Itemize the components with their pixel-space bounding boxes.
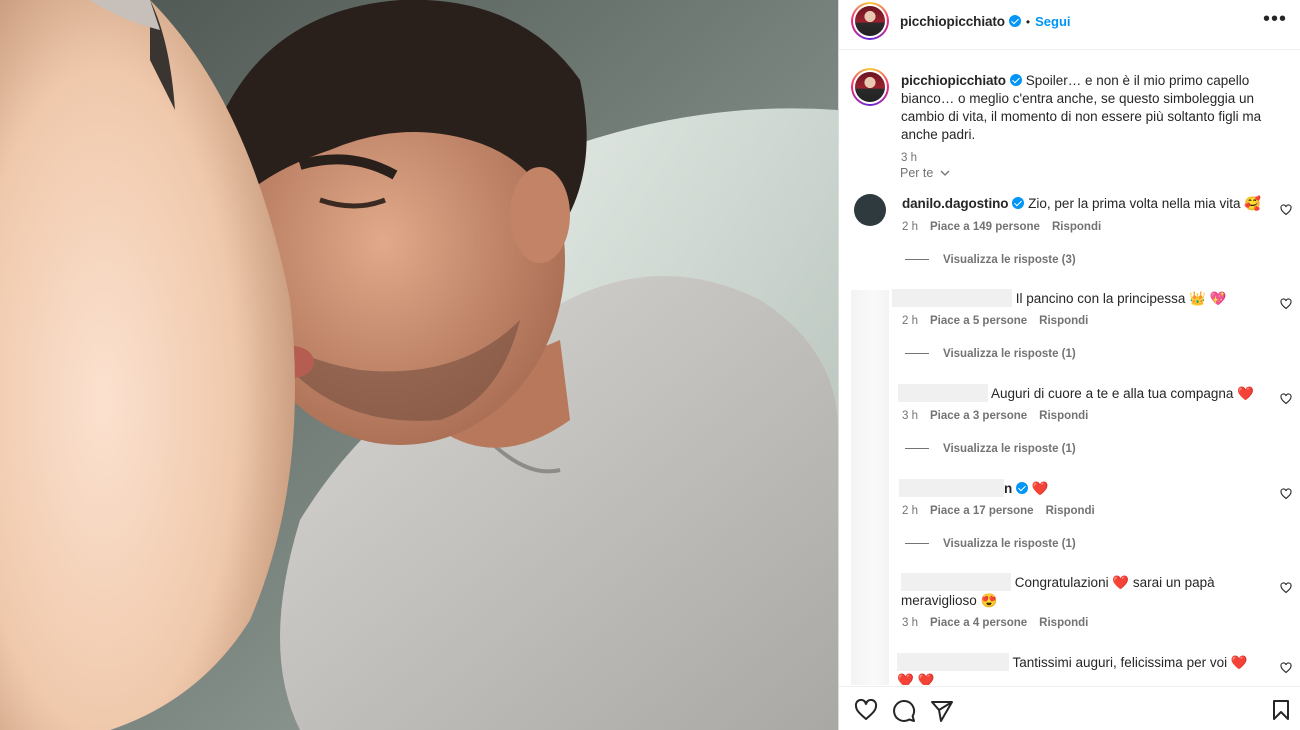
comment-body: Auguri di cuore a te e alla tua compagna… (898, 384, 1278, 403)
view-replies-button[interactable]: Visualizza le risposte (1) (905, 348, 1076, 360)
comment-likes[interactable]: Piace a 149 persone (930, 221, 1040, 233)
reply-button[interactable]: Rispondi (1039, 315, 1088, 327)
comment-time: 3 h (902, 617, 918, 629)
comment-item: Il pancino con la principessa 👑 💖 2 h Pia… (839, 288, 1300, 378)
redacted-username (898, 384, 988, 402)
comment-meta: 2 h Piace a 149 persone Rispondi (902, 221, 1113, 233)
comment-body: Il pancino con la principessa 👑 💖 (892, 289, 1272, 308)
comment-meta: 2 h Piace a 5 persone Rispondi (902, 315, 1100, 327)
heart-icon[interactable] (1280, 298, 1292, 310)
comment-text: Auguri di cuore a te e alla tua compagna… (991, 386, 1254, 401)
comment-body: Tantissimi auguri, felicissima per voi ❤… (897, 653, 1257, 685)
redacted-username (899, 479, 1004, 497)
comment-filter-label: Per te (900, 166, 934, 180)
comment-time: 2 h (902, 315, 918, 327)
comment-likes[interactable]: Piace a 4 persone (930, 617, 1027, 629)
reply-button[interactable]: Rispondi (1052, 221, 1101, 233)
comment-time: 2 h (902, 505, 918, 517)
post-header: picchiopicchiato • Segui ••• (839, 0, 1300, 50)
view-replies-button[interactable]: Visualizza le risposte (3) (905, 254, 1076, 266)
reply-button[interactable]: Rispondi (1039, 617, 1088, 629)
author-avatar[interactable] (851, 2, 889, 40)
bookmark-icon[interactable] (1271, 699, 1291, 721)
comment-likes[interactable]: Piace a 5 persone (930, 315, 1027, 327)
comment-body: Congratulazioni ❤️ sarai un papà meravig… (901, 573, 1231, 610)
caption-time: 3 h (901, 152, 917, 164)
author-username[interactable]: picchiopicchiato (900, 14, 1005, 29)
heart-icon[interactable] (1280, 393, 1292, 405)
verified-badge-icon (1008, 15, 1021, 27)
comment-text: Il pancino con la principessa 👑 💖 (1015, 291, 1227, 306)
post-image (0, 0, 838, 730)
commenter-username[interactable]: danilo.dagostino (902, 196, 1009, 211)
comment-time: 3 h (902, 410, 918, 422)
comment-body: n ❤️ (899, 479, 1279, 498)
comment-meta: 2 h Piace a 17 persone Rispondi (902, 505, 1107, 517)
comment-icon[interactable] (892, 699, 916, 723)
view-replies-button[interactable]: Visualizza le risposte (1) (905, 538, 1076, 550)
separator-dot: • (1025, 15, 1031, 29)
view-replies-button[interactable]: Visualizza le risposte (1) (905, 443, 1076, 455)
follow-button[interactable]: Segui (1035, 14, 1070, 29)
reply-button[interactable]: Rispondi (1039, 410, 1088, 422)
comment-text: Zio, per la prima volta nella mia vita 🥰 (1028, 196, 1262, 211)
heart-icon[interactable] (1280, 204, 1292, 216)
post-photo[interactable] (0, 0, 838, 730)
reply-button[interactable]: Rispondi (1046, 505, 1095, 517)
comment-item: Auguri di cuore a te e alla tua compagna… (839, 383, 1300, 473)
more-horizontal-icon[interactable]: ••• (1263, 9, 1287, 29)
redacted-username (892, 289, 1012, 307)
comment-likes[interactable]: Piace a 3 persone (930, 410, 1027, 422)
comment-item: Tantissimi auguri, felicissima per voi ❤… (839, 652, 1300, 685)
chevron-down-icon (940, 170, 950, 176)
comment-meta: 3 h Piace a 4 persone Rispondi (902, 617, 1100, 629)
comment-meta: 3 h Piace a 3 persone Rispondi (902, 410, 1100, 422)
caption-username[interactable]: picchiopicchiato (901, 73, 1006, 88)
verified-badge-icon (1016, 482, 1029, 494)
comment-item: danilo.dagostino Zio, per la prima volta… (839, 194, 1300, 284)
verified-badge-icon (1009, 74, 1022, 86)
commenter-avatar[interactable] (854, 194, 886, 226)
heart-icon[interactable] (1280, 582, 1292, 594)
post-caption: picchiopicchiato Spoiler… e non è il mio… (901, 72, 1283, 167)
caption-author-avatar[interactable] (851, 68, 889, 106)
heart-icon[interactable] (1280, 488, 1292, 500)
comment-item: Congratulazioni ❤️ sarai un papà meravig… (839, 572, 1300, 652)
post-action-bar (839, 686, 1300, 730)
comments-list[interactable]: picchiopicchiato Spoiler… e non è il mio… (839, 50, 1300, 685)
comment-time: 2 h (902, 221, 918, 233)
post-side-panel: picchiopicchiato • Segui ••• picchiopicchi… (838, 0, 1300, 730)
paper-plane-icon[interactable] (930, 699, 954, 723)
comment-likes[interactable]: Piace a 17 persone (930, 505, 1034, 517)
comment-body: danilo.dagostino Zio, per la prima volta… (902, 195, 1272, 213)
verified-badge-icon (1012, 197, 1025, 209)
heart-icon[interactable] (1280, 662, 1292, 674)
comment-filter-dropdown[interactable]: Per te (900, 166, 950, 180)
heart-icon[interactable] (854, 699, 878, 721)
redacted-username (901, 573, 1011, 591)
redacted-username (897, 653, 1009, 671)
comment-item: n ❤️ 2 h Piace a 17 persone Rispondi Visua… (839, 478, 1300, 568)
commenter-username[interactable]: n (1004, 481, 1012, 496)
comment-text: ❤️ (1031, 481, 1049, 496)
